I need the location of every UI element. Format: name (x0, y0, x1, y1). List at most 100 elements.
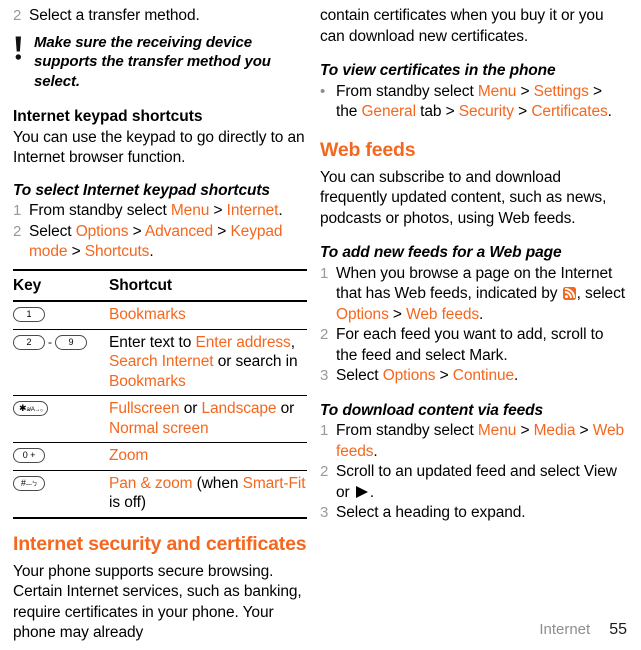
step-item: 2 Select Options > Advanced > Keypad mode… (13, 222, 307, 263)
ui-reference-text: Fullscreen (109, 400, 180, 417)
inline-text: > (67, 243, 85, 260)
ui-reference-text: General (361, 103, 416, 120)
table-cell-key: ✱a/A→₀ (13, 396, 109, 443)
step-number: 3 (320, 504, 329, 521)
inline-text: tab > (415, 103, 459, 120)
ui-reference-text: Media (533, 422, 576, 439)
ui-reference-text: Menu (477, 422, 517, 439)
inline-text: . (149, 243, 154, 260)
inline-text: > (575, 422, 593, 439)
inline-text: > (516, 82, 534, 100)
keypad-procedure-title: To select Internet keypad shortcuts (13, 181, 270, 199)
ui-reference-text: Advanced (144, 222, 214, 240)
step-number: 2 (320, 326, 329, 343)
ui-reference-text: Continue (452, 367, 515, 384)
phone-key-sublabel: a/A→₀ (26, 407, 43, 414)
table-row: ✱a/A→₀ Fullscreen or Landscape or Normal … (13, 396, 307, 443)
inline-text: is off) (109, 494, 146, 511)
add-feeds-title: To add new feeds for a Web page (320, 244, 562, 261)
key-range-dash: - (48, 334, 52, 349)
table-cell-shortcut: Enter text to Enter address, Search Inte… (109, 329, 307, 396)
ui-reference-text: Shortcuts (84, 243, 150, 260)
ui-reference-text: Options (75, 222, 129, 240)
step-item: 1 When you browse a page on the Internet … (320, 264, 626, 326)
phone-key-icon: 1 (13, 307, 45, 323)
phone-key-icon: 9 (54, 334, 87, 350)
exclamation-tip-icon (13, 33, 25, 67)
keypad-section-paragraph: You can use the keypad to go directly to… (13, 128, 305, 167)
ui-reference-text: Security (458, 103, 514, 120)
table-cell-key: #—ㄅ (13, 470, 109, 518)
inline-text: Select (336, 367, 383, 384)
inline-text: For each feed you want to add, scroll to… (336, 326, 604, 364)
step-number: 2 (320, 463, 329, 480)
continued-paragraph: contain certificates when you buy it or … (320, 7, 604, 45)
bullet-item: • From standby select Menu > Settings > … (320, 82, 626, 123)
ui-reference-text: Bookmarks (109, 306, 186, 323)
ui-reference-text: Normal screen (109, 419, 209, 437)
step-text: Select Options > Advanced > Keypad mode … (29, 222, 307, 263)
ui-reference-text: Certificates (531, 103, 608, 120)
page-footer: Internet 55 (539, 621, 627, 639)
security-section-paragraph: Your phone supports secure browsing. Cer… (13, 562, 302, 642)
footer-section-label: Internet (539, 621, 591, 638)
table-cell-key: 2-9 (13, 329, 109, 396)
table-header-row: Key Shortcut (13, 269, 307, 301)
inline-text: . (514, 367, 519, 384)
bullet-text: From standby select Menu > Settings > th… (336, 82, 626, 123)
ui-reference-text: Settings (533, 82, 589, 100)
table-cell-key: 1 (13, 301, 109, 329)
download-feeds-title: To download content via feeds (320, 401, 544, 419)
table-cell-shortcut: Pan & zoom (when Smart-Fit is off) (109, 470, 307, 518)
inline-text: or (179, 400, 202, 417)
ui-reference-text: Smart-Fit (242, 474, 306, 492)
shortcut-table-body: 1 Bookmarks 2-9 Enter text to Enter address… (13, 301, 307, 518)
ui-reference-text: Zoom (109, 447, 149, 464)
step-text: For each feed you want to add, scroll to… (336, 325, 626, 366)
step-item: 2 For each feed you want to add, scroll t… (320, 325, 626, 366)
phone-key-icon: #—ㄅ (13, 475, 45, 491)
table-row: 0 + Zoom (13, 443, 307, 471)
inline-text: From standby select (336, 422, 478, 439)
phone-key-sublabel: —ㄅ (25, 481, 38, 488)
inline-text: > (435, 367, 453, 384)
step-text: Select a transfer method. (29, 7, 200, 24)
ui-reference-text: Enter address (195, 333, 291, 351)
inline-text: (when (192, 474, 243, 492)
keypad-steps-list: 1 From standby select Menu > Internet. 2 Se… (13, 201, 307, 263)
step-item: 3 Select a heading to expand. (320, 503, 626, 524)
step-text: From standby select Menu > Internet. (29, 201, 307, 222)
inline-text: > (516, 422, 534, 439)
web-feeds-heading: Web feeds (320, 138, 416, 161)
inline-text: Select a heading to expand. (336, 504, 526, 521)
inline-text: > (513, 103, 532, 120)
ui-reference-text: Web feeds (406, 305, 480, 323)
step-text: Select a heading to expand. (336, 503, 626, 524)
step-number: 3 (320, 367, 329, 384)
inline-text: From standby select (29, 202, 171, 219)
inline-text: > (388, 305, 407, 323)
table-cell-key: 0 + (13, 443, 109, 471)
step-item: 3 Select Options > Continue. (320, 366, 626, 387)
inline-text: . (373, 442, 378, 460)
step-text: When you browse a page on the Internet t… (336, 264, 626, 326)
view-certificates-title: To view certificates in the phone (320, 62, 556, 79)
web-feeds-paragraph: You can subscribe to and download freque… (320, 168, 607, 227)
inline-text: or (276, 400, 295, 417)
phone-key-icon: ✱a/A→₀ (13, 401, 49, 417)
step-text: Scroll to an updated feed and select Vie… (336, 462, 626, 503)
step-number: 1 (320, 422, 329, 439)
table-row: 1 Bookmarks (13, 301, 307, 329)
step-text: Select Options > Continue. (336, 366, 626, 387)
inline-text: > (209, 202, 227, 219)
footer-page-number: 55 (609, 621, 627, 638)
ui-reference-text: Menu (170, 202, 210, 219)
step-number: 2 (13, 222, 22, 240)
inline-text: . (369, 483, 375, 501)
ui-reference-text: Internet (226, 202, 279, 219)
rss-feed-icon (562, 287, 576, 300)
phone-key-icon: 0 + (13, 448, 45, 464)
inline-text: > (213, 222, 231, 240)
note-text: Make sure the receiving device supports … (34, 33, 271, 90)
download-feeds-steps-list: 1 From standby select Menu > Media > Web … (320, 421, 626, 524)
